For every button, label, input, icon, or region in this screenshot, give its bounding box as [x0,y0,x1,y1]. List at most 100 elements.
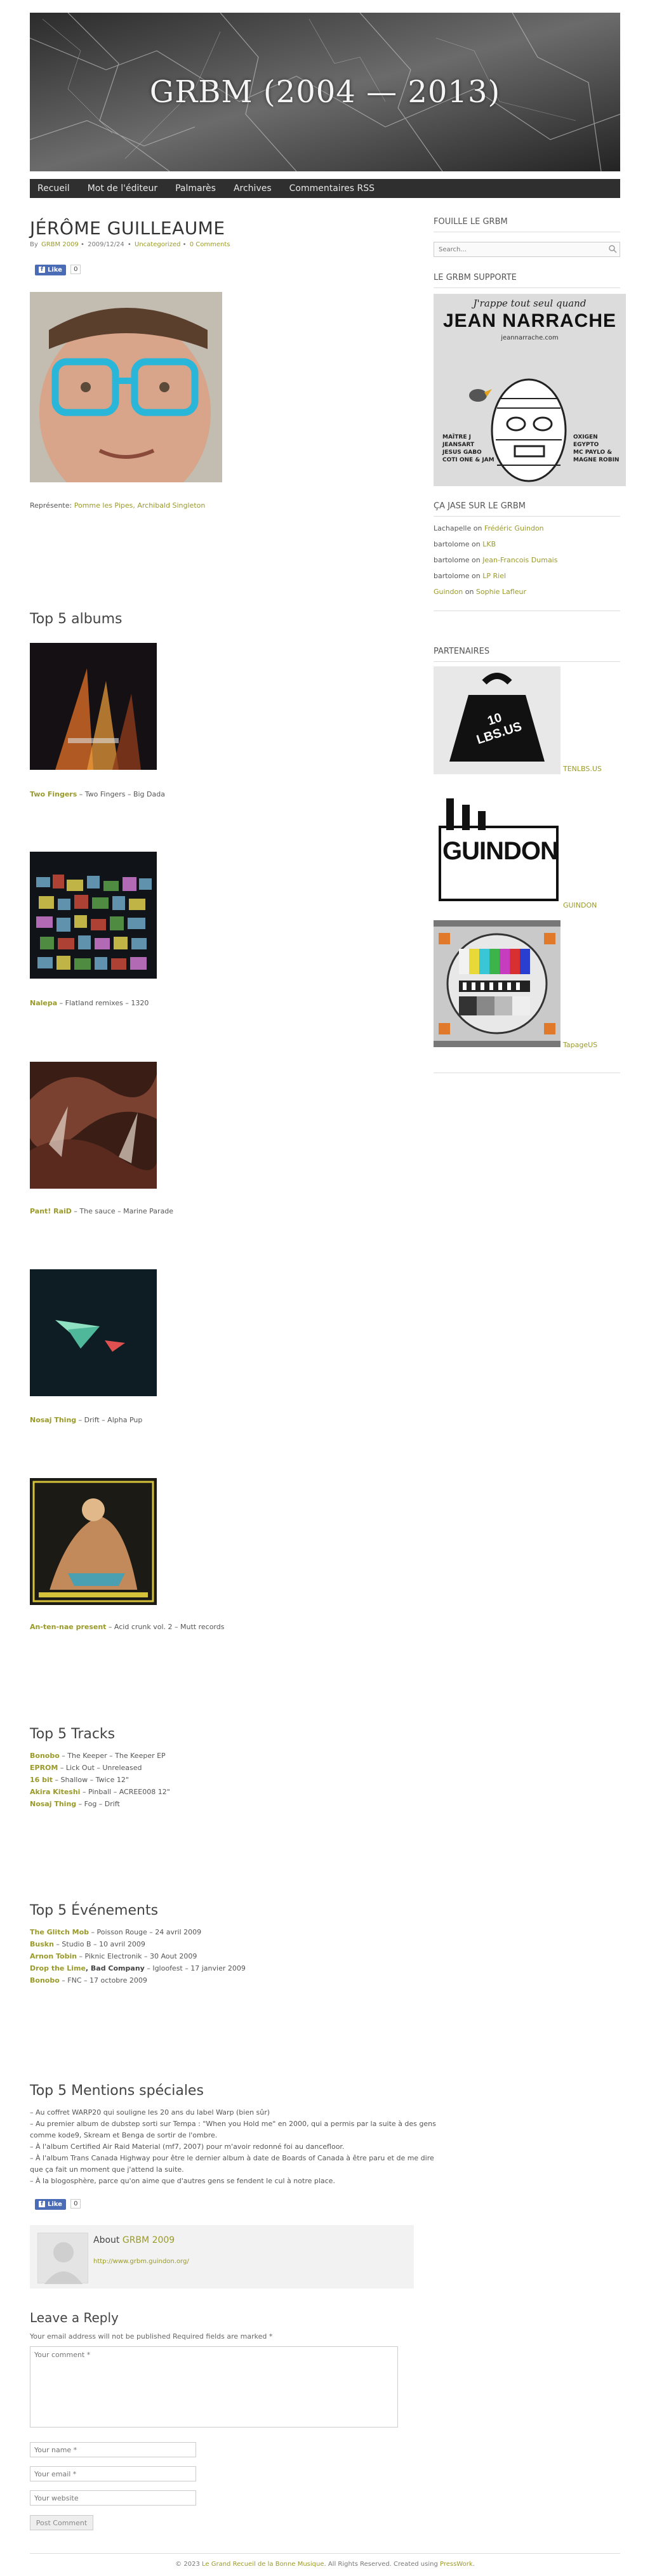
comment-post-link[interactable]: Jean-Francois Dumais [482,556,557,564]
email-field[interactable] [30,2466,196,2481]
album-cover-nosaj-thing[interactable] [30,1269,157,1396]
search-icon[interactable] [608,244,617,253]
name-field[interactable] [30,2442,196,2457]
support-poster[interactable]: J'rappe tout seul quand JEAN NARRACHE je… [434,294,626,486]
track-artist-link[interactable]: 16 bit [30,1776,53,1784]
list-item: EPROM – Lick Out – Unreleased [30,1764,142,1772]
footer: © 2023 Le Grand Recueil de la Bonne Musi… [175,2561,475,2568]
list-item: Nosaj Thing – Fog – Drift [30,1800,120,1808]
list-item: 16 bit – Shallow – Twice 12" [30,1776,129,1784]
post-comment-button[interactable]: Post Comment [30,2515,93,2530]
album-caption: Nalepa – Flatland remixes – 1320 [30,999,149,1007]
meta-comments-link[interactable]: 0 Comments [190,241,230,248]
poster-url: jeannarrache.com [501,334,559,341]
album-cover-two-fingers[interactable] [30,643,157,770]
album-artist-link[interactable]: Pant! RaiD [30,1207,72,1215]
partner-link-tapageus[interactable]: TapageUS [563,1041,597,1049]
author-website-link[interactable]: http://www.grbm.guindon.org/ [93,2258,189,2265]
track-artist-link[interactable]: EPROM [30,1764,58,1772]
author-name-link[interactable]: GRBM 2009 [123,2235,175,2245]
nav-item-rss[interactable]: Commentaires RSS [289,183,375,194]
represents-links[interactable]: Pomme les Pipes, Archibald Singleton [74,501,206,510]
partner-link-guindon[interactable]: GUINDON [563,901,597,909]
sidebar-jase-heading: Ça jase sur le GRBM [434,501,526,511]
facebook-icon: f [39,2201,45,2207]
list-item: – Au coffret WARP20 qui souligne les 20 … [30,2108,270,2117]
events-list: The Glitch Mob – Poisson Rouge – 24 avri… [30,1926,246,1986]
meta-category-link[interactable]: Uncategorized [135,241,180,248]
reply-note: Your email address will not be published… [30,2332,273,2341]
divider [434,516,620,517]
fb-like-count: 0 [70,2199,81,2209]
poster-left-lineup: MAÎTRE J JEANSART JESUS GABO COTI ONE & JA… [442,434,494,463]
album-artist-link[interactable]: An-ten-nae present [30,1623,106,1631]
comment-post-link[interactable]: LKB [482,540,496,548]
list-item: Akira Kiteshi – Pinball – ACREE008 12" [30,1788,170,1796]
poster-name: JEAN NARRACHE [442,310,617,331]
album-caption: Two Fingers – Two Fingers – Big Dada [30,790,165,798]
meta-by-label: By [30,241,38,248]
sidebar-search-heading: Fouille le GRBM [434,217,508,227]
album-cover-acid-crunk[interactable] [30,1478,157,1605]
fb-like-widget-bottom: f Like 0 [35,2198,81,2210]
comment-item: bartolome on LKB [434,540,496,548]
track-artist-link[interactable]: Akira Kiteshi [30,1788,80,1796]
event-artist-link[interactable]: Bonobo [30,1976,60,1985]
partner-link-tenlbs[interactable]: TENLBS.US [563,765,602,773]
poster-right-lineup: OXIGEN EGYPTO MC PAYLO & MAGNE ROBIN [573,434,620,463]
footer-theme-link[interactable]: PressWork [440,2561,473,2568]
albums-heading: Top 5 albums [30,611,123,627]
nav-item-palmares[interactable]: Palmarès [175,183,216,194]
event-artist-link[interactable]: Arnon Tobin [30,1952,77,1960]
website-field[interactable] [30,2490,196,2506]
track-artist-link[interactable]: Bonobo [30,1752,60,1760]
author-about: About GRBM 2009 [93,2235,175,2245]
nav-item-archives[interactable]: Archives [234,183,272,194]
event-artist-link[interactable]: , Bad Company [86,1964,145,1972]
comment-post-link[interactable]: Sophie Lafleur [476,588,526,596]
track-artist-link[interactable]: Nosaj Thing [30,1800,76,1808]
album-artist-link[interactable]: Two Fingers [30,790,77,798]
meta-separator: • [80,241,84,248]
list-item: – À l'album Certified Air Raid Material … [30,2143,345,2151]
facebook-icon: f [39,267,45,273]
comment-author-link[interactable]: Guindon [434,588,463,596]
site-title[interactable]: GRBM (2004 — 2013) [30,13,620,171]
sidebar-support-heading: Le GRBM supporte [434,273,517,282]
header-banner[interactable]: GRBM (2004 — 2013) [30,13,620,171]
mentions-list: – Au coffret WARP20 qui souligne les 20 … [30,2107,436,2187]
fb-like-widget: f Like 0 [35,264,81,275]
fb-like-label: Like [48,2200,62,2208]
album-artist-link[interactable]: Nosaj Thing [30,1416,76,1424]
footer-divider [30,2553,620,2554]
meta-separator: • [127,241,131,248]
partner-logo-tapageus[interactable] [434,920,560,1047]
divider [434,661,620,662]
footer-site-link[interactable]: Le Grand Recueil de la Bonne Musique [202,2561,324,2568]
album-cover-pant-raid[interactable] [30,1062,157,1189]
fb-like-button[interactable]: f Like [35,2198,66,2210]
partner-logo-tenlbs[interactable]: 10 LBS.US [434,666,560,774]
tracks-list: Bonobo – The Keeper – The Keeper EP EPRO… [30,1750,170,1810]
fb-like-button[interactable]: f Like [35,264,66,275]
portrait-photo [30,292,222,482]
represents-label: Représente: [30,501,72,510]
album-artist-link[interactable]: Nalepa [30,999,57,1007]
list-item: The Glitch Mob – Poisson Rouge – 24 avri… [30,1928,202,1936]
nav-item-recueil[interactable]: Recueil [37,183,70,194]
reply-heading: Leave a Reply [30,2310,119,2325]
events-heading: Top 5 Événements [30,1903,159,1919]
event-artist-link[interactable]: Drop the Lime [30,1964,86,1972]
comment-post-link[interactable]: Frédéric Guindon [484,524,544,532]
comment-post-link[interactable]: LP Riel [482,572,506,580]
comment-item: Lachapelle on Frédéric Guindon [434,524,544,532]
search-input[interactable] [434,242,620,257]
meta-author-link[interactable]: GRBM 2009 [41,241,79,248]
partner-logo-guindon[interactable]: GUINDON [434,789,560,903]
event-artist-link[interactable]: The Glitch Mob [30,1928,89,1936]
event-artist-link[interactable]: Buskn [30,1940,54,1948]
comment-textarea[interactable] [30,2346,398,2427]
fb-like-label: Like [48,266,62,274]
nav-item-mot-editeur[interactable]: Mot de l'éditeur [88,183,157,194]
album-cover-nalepa[interactable] [30,852,157,979]
